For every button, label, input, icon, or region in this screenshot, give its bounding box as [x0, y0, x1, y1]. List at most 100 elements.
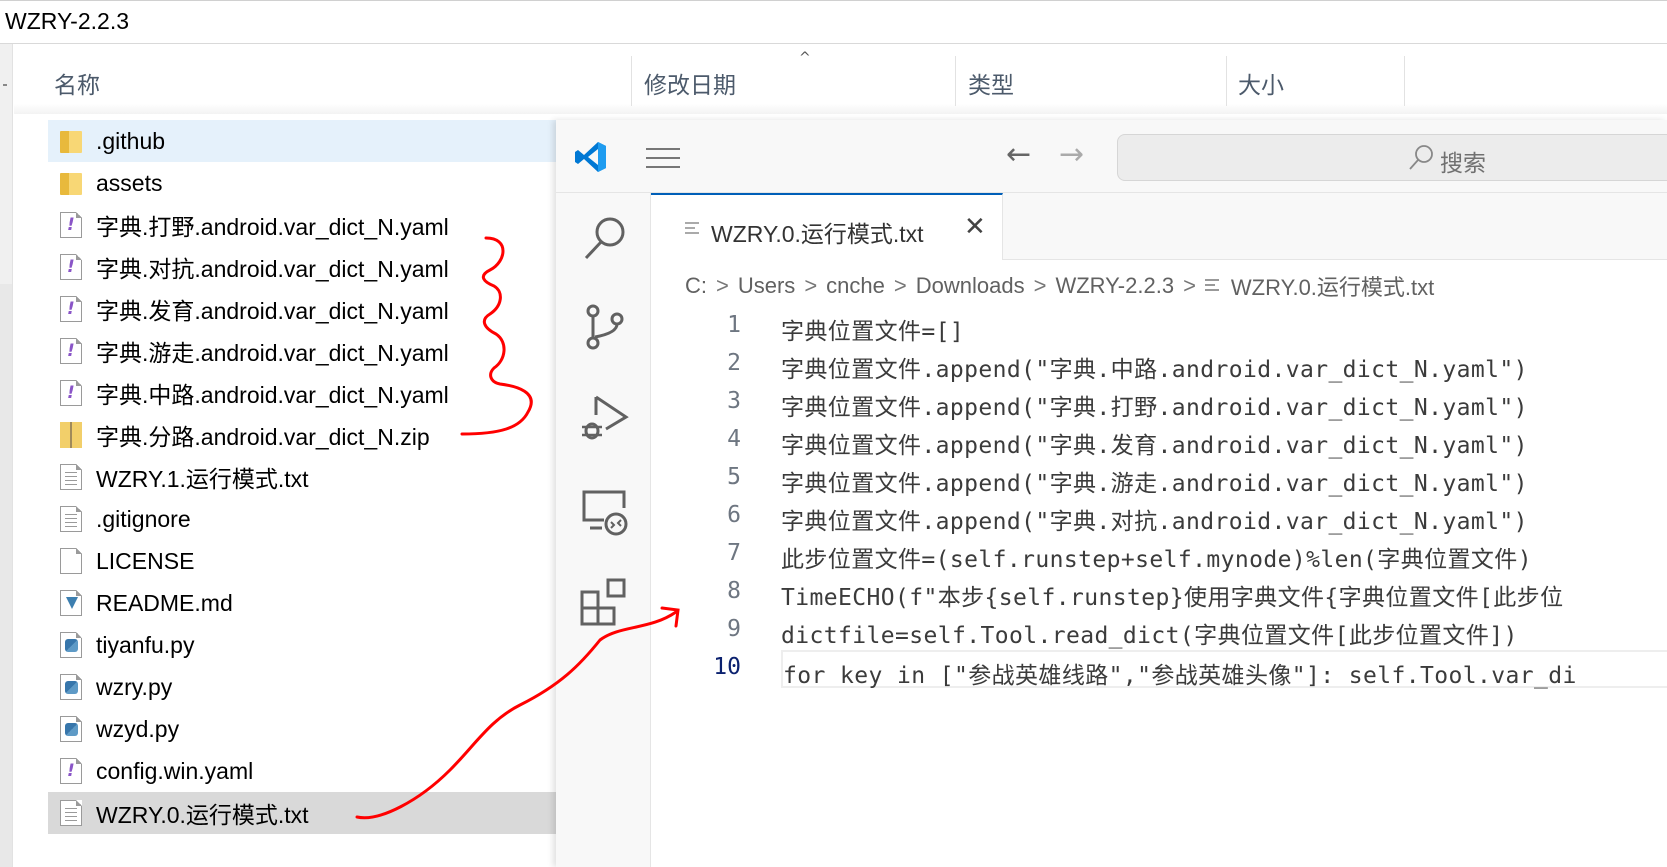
line-number: 2 [727, 350, 741, 376]
run-debug-icon[interactable] [580, 393, 630, 443]
file-name: 字典.游走.android.var_dict_N.yaml [96, 340, 449, 366]
code-line[interactable]: 7 此步位置文件=(self.runstep+self.mynode)%len(字… [651, 536, 1667, 574]
file-row[interactable]: .github [48, 120, 556, 162]
code-text[interactable]: for key in ["参战英雄线路","参战英雄头像"]: self.Too… [781, 650, 1667, 689]
forward-arrow-icon[interactable]: → [1059, 137, 1084, 172]
menu-icon[interactable] [646, 148, 680, 168]
code-line[interactable]: 9 dictfile=self.Tool.read_dict(字典位置文件[此步位… [651, 612, 1667, 650]
zip-file-icon [60, 422, 82, 448]
file-row[interactable]: assets [48, 162, 556, 204]
code-text[interactable]: TimeECHO(f"本步{self.runstep}使用字典文件{字典位置文件… [781, 574, 1667, 612]
code-line[interactable]: 10 for key in ["参战英雄线路","参战英雄头像"]: self.T… [651, 650, 1667, 689]
file-row[interactable]: ! 字典.对抗.android.var_dict_N.yaml [48, 246, 556, 288]
file-name: 字典.中路.android.var_dict_N.yaml [96, 382, 449, 408]
code-line[interactable]: 2 字典位置文件.append("字典.中路.android.var_dict_N… [651, 346, 1667, 384]
code-text[interactable]: 字典位置文件.append("字典.游走.android.var_dict_N.… [781, 460, 1667, 498]
breadcrumb-separator-icon: > [716, 273, 729, 298]
file-row[interactable]: tiyanfu.py [48, 624, 556, 666]
breadcrumb-item[interactable]: cnche [826, 273, 885, 299]
navigation-scrollbar[interactable] [0, 284, 12, 867]
text-file-icon [60, 800, 82, 826]
line-number: 7 [727, 540, 741, 566]
file-name: 字典.发育.android.var_dict_N.yaml [96, 298, 449, 324]
close-icon[interactable]: ✕ [964, 212, 986, 242]
breadcrumb-separator-icon: > [1033, 273, 1047, 298]
breadcrumb-item[interactable]: Users [738, 273, 795, 299]
file-name: LICENSE [96, 547, 195, 574]
column-divider[interactable] [1404, 56, 1405, 106]
file-name: wzyd.py [96, 715, 180, 742]
vscode-logo-icon [575, 142, 606, 172]
file-name: .gitignore [96, 505, 191, 532]
code-line[interactable]: 4 字典位置文件.append("字典.发育.android.var_dict_N… [651, 422, 1667, 460]
breadcrumb-item[interactable]: Downloads [916, 273, 1025, 299]
navigation-pane-edge [0, 44, 13, 867]
extensions-icon[interactable] [580, 578, 630, 628]
pane-handle[interactable] [3, 84, 7, 86]
code-line[interactable]: 5 字典位置文件.append("字典.游走.android.var_dict_N… [651, 460, 1667, 498]
file-name: README.md [96, 589, 233, 616]
file-row[interactable]: wzyd.py [48, 708, 556, 750]
breadcrumb-item[interactable]: C: [685, 273, 707, 299]
python-file-icon [60, 632, 82, 658]
file-row[interactable]: WZRY.1.运行模式.txt [48, 456, 556, 498]
file-row[interactable]: README.md [48, 582, 556, 624]
column-header-size[interactable]: 大小 [1238, 66, 1284, 100]
file-name: wzry.py [96, 673, 173, 700]
line-number: 10 [713, 654, 741, 680]
file-row[interactable]: WZRY.0.运行模式.txt [48, 792, 556, 834]
code-text[interactable]: 字典位置文件.append("字典.对抗.android.var_dict_N.… [781, 498, 1667, 536]
search-icon[interactable] [580, 213, 630, 263]
file-row[interactable]: ! 字典.中路.android.var_dict_N.yaml [48, 372, 556, 414]
vscode-window: ← → 搜索 WZRY.0.运行模式.txt ✕ C: > Users > cn… [556, 120, 1667, 867]
yaml-file-icon: ! [60, 212, 82, 238]
yaml-file-icon: ! [60, 254, 82, 280]
file-row[interactable]: ! 字典.游走.android.var_dict_N.yaml [48, 330, 556, 372]
code-text[interactable]: 此步位置文件=(self.runstep+self.mynode)%len(字典… [781, 536, 1667, 574]
vscode-title-bar: ← → 搜索 [556, 120, 1667, 193]
yaml-file-icon: ! [60, 380, 82, 406]
file-row[interactable]: wzry.py [48, 666, 556, 708]
line-number: 6 [727, 502, 741, 528]
file-name: tiyanfu.py [96, 631, 195, 658]
yaml-file-icon: ! [60, 758, 82, 784]
back-arrow-icon[interactable]: ← [1006, 137, 1031, 172]
breadcrumb-item[interactable]: WZRY-2.2.3 [1055, 273, 1174, 299]
column-header-type[interactable]: 类型 [968, 66, 1014, 100]
file-row[interactable]: ! config.win.yaml [48, 750, 556, 792]
code-line[interactable]: 3 字典位置文件.append("字典.打野.android.var_dict_N… [651, 384, 1667, 422]
code-line[interactable]: 6 字典位置文件.append("字典.对抗.android.var_dict_N… [651, 498, 1667, 536]
line-number: 4 [727, 426, 741, 452]
code-editor[interactable]: 1 字典位置文件=[] 2 字典位置文件.append("字典.中路.android.… [651, 308, 1667, 689]
file-row[interactable]: 字典.分路.android.var_dict_N.zip [48, 414, 556, 456]
breadcrumb-item[interactable]: WZRY.0.运行模式.txt [1231, 270, 1434, 302]
file-row[interactable]: ! 字典.打野.android.var_dict_N.yaml [48, 204, 556, 246]
tab-active-file[interactable]: WZRY.0.运行模式.txt ✕ [651, 193, 1003, 260]
code-text[interactable]: 字典位置文件.append("字典.打野.android.var_dict_N.… [781, 384, 1667, 422]
command-center-search[interactable]: 搜索 [1117, 134, 1667, 181]
column-header-date[interactable]: 修改日期 [644, 66, 736, 100]
remote-explorer-icon[interactable] [580, 488, 630, 538]
code-text[interactable]: dictfile=self.Tool.read_dict(字典位置文件[此步位置… [781, 612, 1667, 650]
column-header-row: 名称 修改日期 ^ 类型 大小 [14, 44, 1667, 114]
line-number: 3 [727, 388, 741, 414]
file-row[interactable]: LICENSE [48, 540, 556, 582]
markdown-file-icon [60, 590, 82, 616]
file-row[interactable]: .gitignore [48, 498, 556, 540]
file-name: 字典.对抗.android.var_dict_N.yaml [96, 256, 449, 282]
code-line[interactable]: 8 TimeECHO(f"本步{self.runstep}使用字典文件{字典位置文… [651, 574, 1667, 612]
search-placeholder: 搜索 [1440, 150, 1486, 176]
line-number: 1 [727, 312, 741, 338]
code-text[interactable]: 字典位置文件.append("字典.发育.android.var_dict_N.… [781, 422, 1667, 460]
code-text[interactable]: 字典位置文件=[] [781, 308, 1667, 346]
column-header-name[interactable]: 名称 [54, 66, 100, 100]
file-row[interactable]: ! 字典.发育.android.var_dict_N.yaml [48, 288, 556, 330]
text-file-icon [685, 222, 699, 237]
column-divider[interactable] [955, 56, 956, 106]
code-text[interactable]: 字典位置文件.append("字典.中路.android.var_dict_N.… [781, 346, 1667, 384]
code-line[interactable]: 1 字典位置文件=[] [651, 308, 1667, 346]
file-name: WZRY.1.运行模式.txt [96, 466, 309, 492]
column-divider[interactable] [1226, 56, 1227, 106]
column-divider[interactable] [631, 56, 632, 106]
source-control-icon[interactable] [580, 303, 630, 353]
